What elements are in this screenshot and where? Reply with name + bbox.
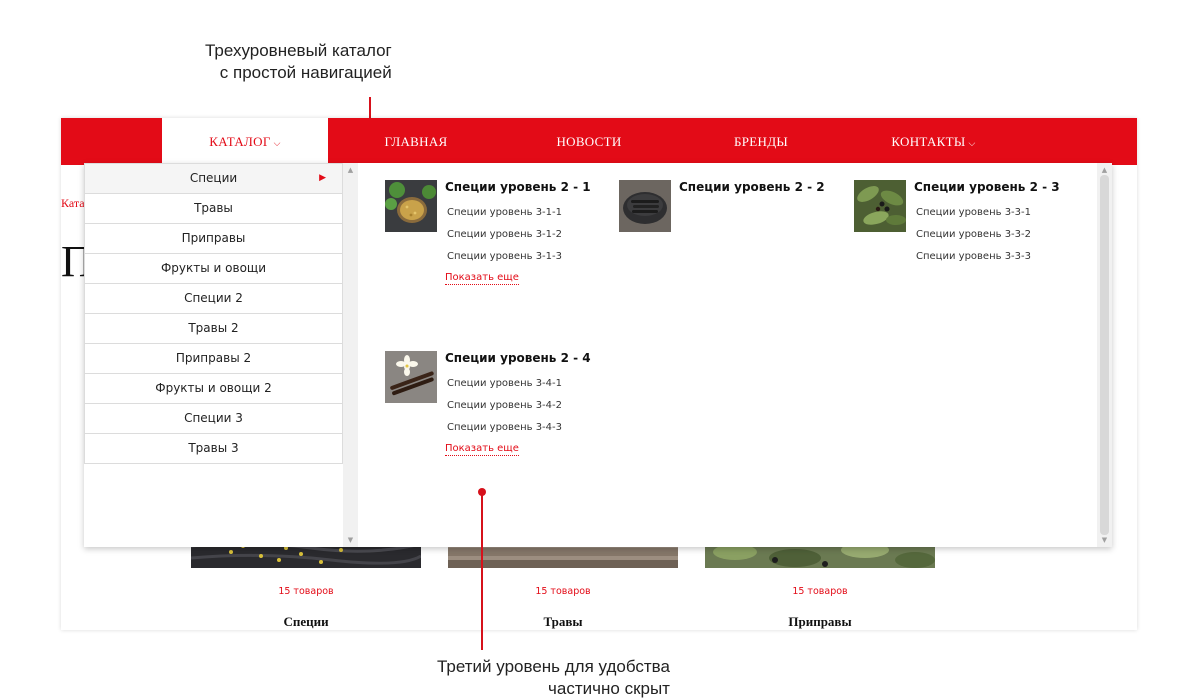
catalog-level1-label: Приправы 2 [175, 351, 252, 365]
card-count-spices: 15 товаров [278, 586, 334, 597]
nav-contacts[interactable]: КОНТАКТЫ ⌵ [876, 118, 991, 165]
catalog-level1-item[interactable]: Специи 2 [84, 284, 343, 314]
annotation-bottom-line1: Третий уровень для удобства [437, 657, 670, 676]
card-name-seasonings[interactable]: Приправы [705, 614, 935, 630]
catalog-level1-label: Фрукты и овощи 2 [155, 381, 272, 395]
level2-thumbnail[interactable] [385, 351, 437, 403]
annotation-top: Трехуровневый каталог с простой навигаци… [205, 40, 392, 84]
catalog-level1-item[interactable]: Травы [84, 194, 343, 224]
catalog-level1-label: Специи [189, 171, 238, 185]
annotation-top-line2: с простой навигацией [219, 63, 392, 82]
level2-thumbnail[interactable] [619, 180, 671, 232]
show-more-link[interactable]: Показать еще [445, 271, 519, 285]
catalog-dropdown: Специи ▶ Травы Приправы Фрукты и овощи Сп… [84, 163, 1112, 547]
level2-title[interactable]: Специи уровень 2 - 3 [914, 180, 1060, 194]
scroll-up-icon[interactable]: ▲ [343, 166, 358, 174]
level3-item[interactable]: Специи уровень 3-4-1 [447, 373, 562, 395]
catalog-level1-item[interactable]: Специи ▶ [84, 163, 343, 194]
annotation-bottom-line2: частично скрыт [548, 679, 670, 698]
catalog-level1-item[interactable]: Травы 2 [84, 314, 343, 344]
level2-title[interactable]: Специи уровень 2 - 4 [445, 351, 591, 365]
level1-scrollbar[interactable]: ▲ ▼ [343, 163, 358, 547]
nav-home-label: ГЛАВНАЯ [384, 134, 448, 149]
catalog-level1-item[interactable]: Приправы 2 [84, 344, 343, 374]
show-more-link[interactable]: Показать еще [445, 442, 519, 456]
catalog-level1-label: Приправы [181, 231, 246, 245]
level3-list: Специи уровень 3-1-1 Специи уровень 3-1-… [447, 202, 562, 268]
level3-item[interactable]: Специи уровень 3-4-2 [447, 395, 562, 417]
level3-item[interactable]: Специи уровень 3-3-1 [916, 202, 1031, 224]
main-navbar: КАТАЛОГ ⌵ ГЛАВНАЯ НОВОСТИ БРЕНДЫ КОНТАКТЫ… [61, 118, 1137, 165]
catalog-level1-label: Травы 3 [188, 441, 239, 455]
breadcrumb[interactable]: Ката [61, 196, 85, 211]
nav-contacts-label: КОНТАКТЫ [891, 134, 966, 149]
card-name-spices[interactable]: Специи [191, 614, 421, 630]
content-scrollbar[interactable]: ▲ ▼ [1097, 163, 1112, 547]
scroll-down-icon[interactable]: ▼ [343, 536, 358, 544]
level2-thumbnail[interactable] [854, 180, 906, 232]
scroll-down-icon[interactable]: ▼ [1097, 536, 1112, 544]
level2-title[interactable]: Специи уровень 2 - 2 [679, 180, 825, 194]
catalog-level2-block: Специи уровень 2 - 3 Специи уровень 3-3-… [854, 180, 1074, 270]
catalog-level1-item[interactable]: Приправы [84, 224, 343, 254]
nav-catalog[interactable]: КАТАЛОГ ⌵ [162, 118, 328, 165]
nav-brands[interactable]: БРЕНДЫ [706, 118, 816, 165]
card-count-seasonings: 15 товаров [792, 586, 848, 597]
chevron-down-icon: ⌵ [273, 138, 281, 148]
catalog-level1-label: Специи 2 [184, 291, 243, 305]
catalog-level1-label: Травы 2 [188, 321, 239, 335]
catalog-level2-block: Специи уровень 2 - 1 Специи уровень 3-1-… [385, 180, 605, 290]
level3-item[interactable]: Специи уровень 3-1-1 [447, 202, 562, 224]
catalog-level1-label: Специи 3 [184, 411, 243, 425]
nav-brands-label: БРЕНДЫ [733, 134, 789, 149]
nav-catalog-label: КАТАЛОГ [209, 134, 271, 149]
annotation-bottom: Третий уровень для удобства частично скр… [437, 656, 670, 700]
level3-item[interactable]: Специи уровень 3-1-2 [447, 224, 562, 246]
level2-title[interactable]: Специи уровень 2 - 1 [445, 180, 591, 194]
catalog-level1-item[interactable]: Фрукты и овощи 2 [84, 374, 343, 404]
level3-list: Специи уровень 3-3-1 Специи уровень 3-3-… [916, 202, 1031, 268]
chevron-down-icon: ⌵ [968, 138, 976, 148]
catalog-level2-block: Специи уровень 2 - 4 Специи уровень 3-4-… [385, 351, 605, 461]
catalog-level1-list: Специи ▶ Травы Приправы Фрукты и овощи Сп… [84, 163, 343, 464]
catalog-level1-label: Травы [194, 201, 233, 215]
annotation-bottom-pointer [481, 492, 483, 650]
scroll-up-icon[interactable]: ▲ [1097, 166, 1112, 174]
nav-news-label: НОВОСТИ [556, 134, 622, 149]
level3-item[interactable]: Специи уровень 3-4-3 [447, 417, 562, 439]
level3-item[interactable]: Специи уровень 3-3-3 [916, 246, 1031, 268]
annotation-top-line1: Трехуровневый каталог [205, 41, 392, 60]
catalog-level1-label: Фрукты и овощи [160, 261, 267, 275]
scrollbar-thumb[interactable] [1100, 175, 1109, 535]
level2-thumbnail[interactable] [385, 180, 437, 232]
catalog-level1-item[interactable]: Фрукты и овощи [84, 254, 343, 284]
catalog-level2-block: Специи уровень 2 - 2 [619, 180, 839, 240]
catalog-level1-item[interactable]: Травы 3 [84, 434, 343, 464]
arrow-right-icon: ▶ [319, 173, 326, 183]
level3-item[interactable]: Специи уровень 3-1-3 [447, 246, 562, 268]
level3-list: Специи уровень 3-4-1 Специи уровень 3-4-… [447, 373, 562, 439]
nav-news[interactable]: НОВОСТИ [534, 118, 644, 165]
catalog-level1-item[interactable]: Специи 3 [84, 404, 343, 434]
level3-item[interactable]: Специи уровень 3-3-2 [916, 224, 1031, 246]
nav-home[interactable]: ГЛАВНАЯ [361, 118, 471, 165]
